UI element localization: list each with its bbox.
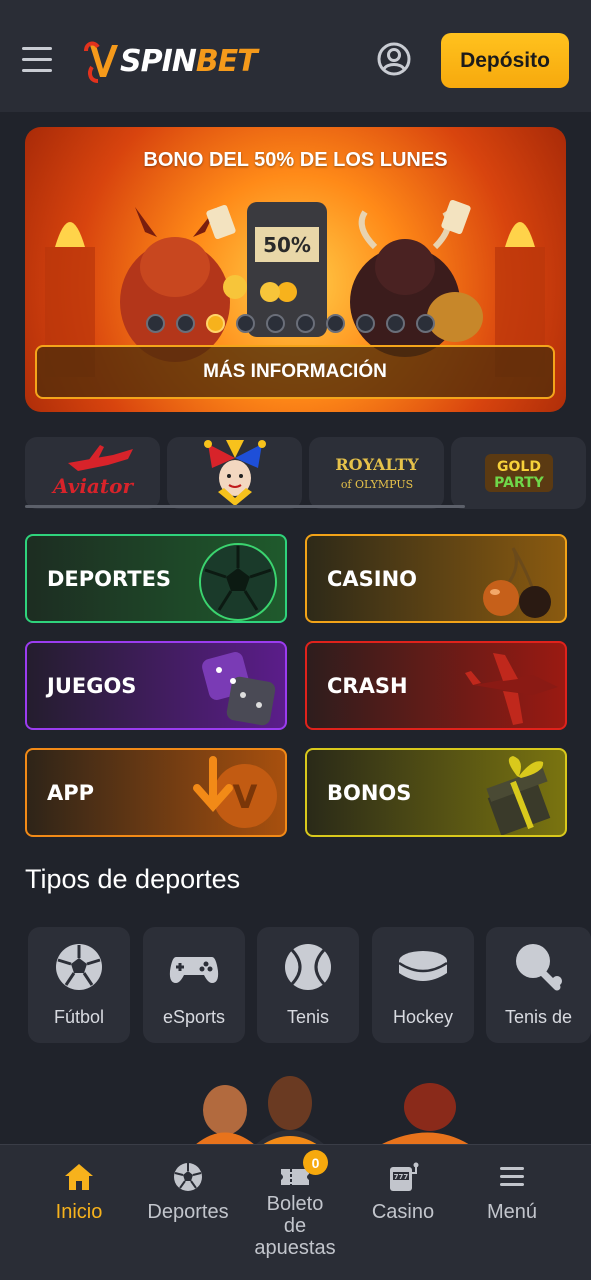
svg-text:Aviator: Aviator xyxy=(51,474,134,498)
svg-text:V: V xyxy=(233,778,258,816)
banner-title: BONO DEL 50% DE LOS LUNES xyxy=(143,149,448,171)
logo-mark-icon xyxy=(84,41,118,83)
royalty-olympus-logo-icon: ROYALTY of OLYMPUS xyxy=(335,455,419,491)
carousel-dot[interactable] xyxy=(146,314,165,333)
svg-text:ROYALTY: ROYALTY xyxy=(335,455,419,474)
carousel-dot[interactable] xyxy=(326,314,345,333)
carousel-dot[interactable] xyxy=(176,314,195,333)
spinbet-logo[interactable]: SPINBET xyxy=(84,36,258,86)
bottom-navigation: Inicio Deportes 0 Boleto de apuestas 777… xyxy=(0,1144,591,1280)
carousel-dot[interactable] xyxy=(236,314,255,333)
carousel-dot[interactable] xyxy=(266,314,285,333)
category-crash[interactable]: CRASH xyxy=(305,641,567,730)
sport-hockey[interactable]: Hockey xyxy=(372,927,474,1043)
bet-slip-count-badge: 0 xyxy=(303,1150,328,1175)
category-bonos[interactable]: BONOS xyxy=(305,748,567,837)
sport-tenis[interactable]: Tenis xyxy=(257,927,359,1043)
table-tennis-icon xyxy=(516,944,562,991)
user-account-icon[interactable] xyxy=(377,42,411,76)
category-casino[interactable]: CASINO xyxy=(305,534,567,623)
carousel-dot[interactable] xyxy=(386,314,405,333)
carousel-dot[interactable] xyxy=(416,314,435,333)
provider-aviator[interactable]: Aviator xyxy=(25,437,160,509)
deposit-button[interactable]: Depósito xyxy=(441,33,569,88)
sport-tenis-de-mesa[interactable]: Tenis de xyxy=(486,927,591,1043)
hamburger-menu-icon[interactable] xyxy=(22,47,52,73)
soccer-ball-icon xyxy=(199,543,277,621)
svg-text:777: 777 xyxy=(394,1173,409,1181)
jester-logo-icon xyxy=(203,440,266,506)
carousel-dot[interactable] xyxy=(356,314,375,333)
logo-text: SPINBET xyxy=(120,43,258,79)
provider-jester[interactable] xyxy=(167,437,302,509)
sport-futbol[interactable]: Fútbol xyxy=(28,927,130,1043)
app-header: SPINBET Depósito xyxy=(0,0,591,112)
provider-gold-party[interactable]: GOLD PARTY xyxy=(451,437,586,509)
nav-inicio[interactable]: Inicio xyxy=(25,1145,133,1280)
gamepad-icon xyxy=(169,957,219,983)
plane-icon xyxy=(465,653,558,725)
nav-deportes[interactable]: Deportes xyxy=(134,1145,242,1280)
promo-banner[interactable]: 50% BONO DEL 50% DE LOS LUNES MÁS INFORM… xyxy=(25,127,566,412)
svg-text:PARTY: PARTY xyxy=(494,475,545,491)
gift-box-icon xyxy=(486,756,551,835)
category-app[interactable]: APP V xyxy=(25,748,287,837)
provider-royalty-of-olympus[interactable]: ROYALTY of OLYMPUS xyxy=(309,437,444,509)
hockey-puck-icon xyxy=(398,951,448,981)
slot-machine-icon: 777 xyxy=(390,1162,419,1191)
app-download-icon: V xyxy=(193,756,277,828)
aviator-logo-icon: Aviator xyxy=(51,445,134,498)
svg-text:of OLYMPUS: of OLYMPUS xyxy=(340,478,412,491)
slot-percent-text: 50% xyxy=(263,233,311,257)
carousel-dot-active[interactable] xyxy=(206,314,225,333)
soccer-ball-icon xyxy=(56,944,102,990)
sport-esports[interactable]: eSports xyxy=(143,927,245,1043)
nav-menu[interactable]: Menú xyxy=(458,1145,566,1280)
menu-icon xyxy=(500,1167,524,1186)
nav-boleto-label: Boleto de apuestas xyxy=(254,1193,336,1259)
nav-casino[interactable]: 777 Casino xyxy=(349,1145,457,1280)
provider-scrollbar[interactable] xyxy=(25,505,465,508)
soccer-ball-icon xyxy=(174,1163,202,1191)
gold-party-logo-icon: GOLD PARTY xyxy=(484,454,553,492)
more-info-button[interactable]: MÁS INFORMACIÓN xyxy=(35,345,555,399)
category-juegos[interactable]: JUEGOS xyxy=(25,641,287,730)
carousel-dot[interactable] xyxy=(296,314,315,333)
category-deportes[interactable]: DEPORTES xyxy=(25,534,287,623)
provider-carousel[interactable]: Aviator ROYALTY of OLYMPUS GOLD PARTY xyxy=(25,437,591,509)
dice-icon xyxy=(202,652,276,726)
carousel-dots xyxy=(146,314,435,333)
home-icon xyxy=(65,1164,93,1190)
svg-text:GOLD: GOLD xyxy=(497,459,541,475)
nav-boleto-de-apuestas[interactable]: 0 Boleto de apuestas xyxy=(241,1145,349,1280)
tennis-ball-icon xyxy=(285,944,331,990)
athletes-promo-image xyxy=(195,1076,470,1145)
cherries-icon xyxy=(483,547,551,618)
sports-section-title: Tipos de deportes xyxy=(25,864,241,894)
